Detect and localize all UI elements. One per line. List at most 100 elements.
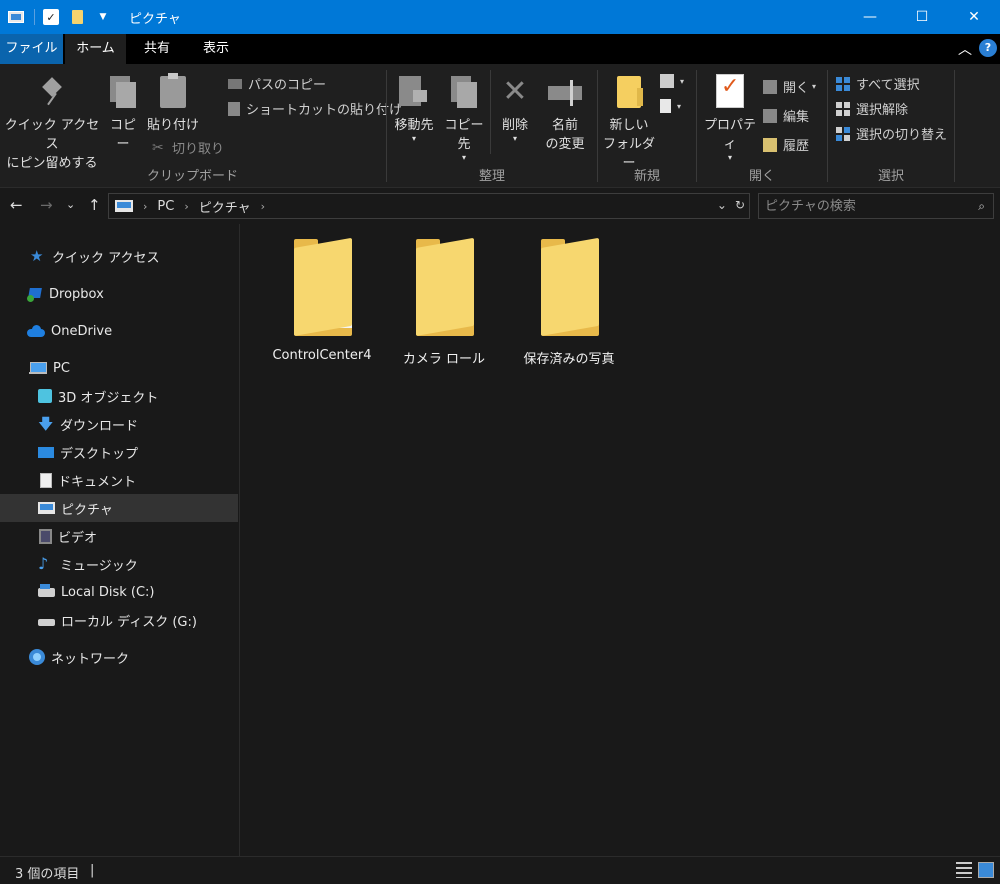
move-to-button[interactable]: 移動先 ▾ xyxy=(391,76,437,143)
open-button[interactable]: 開く ▾ xyxy=(763,77,816,96)
sidebar-item-videos[interactable]: ビデオ xyxy=(0,522,238,550)
file-name: カメラ ロール xyxy=(402,352,486,367)
file-item[interactable]: ControlCenter4 xyxy=(260,237,384,363)
refresh-icon[interactable]: ↻ xyxy=(735,198,745,212)
paste-button[interactable]: 貼り付け xyxy=(146,73,200,135)
minimize-button[interactable]: — xyxy=(844,0,896,34)
select-none-icon xyxy=(836,101,850,116)
breadcrumb-separator-icon[interactable]: › xyxy=(184,200,188,213)
properties-button[interactable]: プロパティ ▾ xyxy=(699,74,761,162)
new-folder-button[interactable]: 新しい フォルダー xyxy=(600,76,658,173)
organize-divider xyxy=(490,70,491,154)
history-icon xyxy=(763,137,777,152)
details-view-icon[interactable] xyxy=(956,862,972,878)
rename-button[interactable]: 名前 の変更 xyxy=(539,76,591,154)
delete-icon: ✕ xyxy=(502,74,528,109)
tab-share[interactable]: 共有 xyxy=(131,34,183,64)
scissors-icon: ✂ xyxy=(152,139,164,156)
edit-button[interactable]: 編集 xyxy=(763,106,809,125)
sidebar-item-onedrive[interactable]: OneDrive xyxy=(0,317,238,345)
file-item[interactable]: 保存済みの写真 xyxy=(507,237,631,367)
music-icon: ♪ xyxy=(38,554,49,573)
select-none-button[interactable]: 選択解除 xyxy=(836,99,908,118)
sidebar-item-label: 3D オブジェクト xyxy=(58,390,159,406)
pin-icon xyxy=(39,78,65,108)
ribbon: クイック アクセス にピン留めする コピー 貼り付け パスのコピー ショートカッ… xyxy=(0,64,1000,188)
properties-dropdown-icon: ▾ xyxy=(727,153,732,162)
sidebar-item-documents[interactable]: ドキュメント xyxy=(0,466,238,494)
sidebar-item-network[interactable]: ネットワーク xyxy=(0,643,238,671)
history-button[interactable]: 履歴 xyxy=(763,135,809,154)
copy-to-button[interactable]: コピー先 ▾ xyxy=(439,76,489,162)
copy-path-icon xyxy=(228,78,242,89)
file-item[interactable]: カメラ ロール xyxy=(382,237,506,367)
tab-view[interactable]: 表示 xyxy=(190,34,242,64)
sidebar-item-desktop[interactable]: デスクトップ xyxy=(0,438,238,466)
sidebar-item-downloads[interactable]: 🡇 ダウンロード xyxy=(0,410,238,438)
easy-access-button[interactable]: ▾ xyxy=(660,99,681,113)
recent-locations-chevron-icon[interactable]: ⌄ xyxy=(66,198,75,211)
properties-quick-icon[interactable]: ✓ xyxy=(43,9,59,25)
new-folder-quick-button[interactable] xyxy=(69,9,85,25)
large-icons-view-icon[interactable] xyxy=(978,862,994,878)
ribbon-divider xyxy=(954,70,955,182)
customize-quick-access-icon[interactable]: ▼ xyxy=(95,9,111,25)
search-input[interactable] xyxy=(765,194,965,218)
navigation-pane: ★ クイック アクセス Dropbox OneDrive PC 3D オブジェク… xyxy=(0,224,240,856)
back-arrow-icon[interactable]: ← xyxy=(10,196,23,214)
disk-icon xyxy=(38,583,55,597)
delete-button[interactable]: ✕ 削除 ▾ xyxy=(495,76,535,143)
sidebar-item-local-disk-c[interactable]: Local Disk (C:) xyxy=(0,578,238,606)
invert-selection-button[interactable]: 選択の切り替え xyxy=(836,124,947,143)
select-group: すべて選択 選択解除 選択の切り替え 選択 xyxy=(828,64,954,188)
breadcrumb-pc[interactable]: PC xyxy=(157,199,174,214)
address-bar[interactable]: › PC › ピクチャ › ⌄ ↻ xyxy=(108,193,750,219)
sidebar-item-quick-access[interactable]: ★ クイック アクセス xyxy=(0,242,238,270)
move-to-dropdown-icon: ▾ xyxy=(411,134,416,143)
file-name: ControlCenter4 xyxy=(272,348,372,363)
breadcrumb-separator-icon[interactable]: › xyxy=(143,200,147,213)
copy-path-label: パスのコピー xyxy=(248,78,327,93)
tab-file[interactable]: ファイル xyxy=(0,34,63,64)
select-group-label: 選択 xyxy=(877,169,904,184)
copy-button[interactable]: コピー xyxy=(104,76,142,154)
sidebar-item-pictures[interactable]: ピクチャ xyxy=(0,494,238,522)
network-icon xyxy=(29,649,45,665)
maximize-button[interactable]: ☐ xyxy=(896,0,948,34)
folder-icon xyxy=(71,10,83,24)
breadcrumb-pictures[interactable]: ピクチャ xyxy=(199,197,251,216)
collapse-ribbon-icon[interactable]: ︿ xyxy=(958,39,972,59)
status-bar: 3 個の項目 | xyxy=(0,856,1000,884)
sidebar-item-label: デスクトップ xyxy=(60,446,139,462)
tab-home[interactable]: ホーム xyxy=(65,34,126,64)
select-all-label: すべて選択 xyxy=(856,78,920,93)
download-icon: 🡇 xyxy=(38,415,54,433)
pictures-window-icon[interactable] xyxy=(8,11,24,23)
cut-button[interactable]: ✂ 切り取り xyxy=(152,138,224,158)
forward-arrow-icon[interactable]: → xyxy=(40,196,53,214)
up-arrow-icon[interactable]: ↑ xyxy=(88,196,101,214)
sidebar-item-music[interactable]: ♪ ミュージック xyxy=(0,550,238,578)
open-icon xyxy=(763,79,777,94)
copy-path-button[interactable]: パスのコピー xyxy=(228,74,326,93)
3d-objects-icon xyxy=(38,389,52,403)
search-box[interactable]: ⌕ xyxy=(758,193,994,219)
address-history-chevron-icon[interactable]: ⌄ xyxy=(717,198,727,212)
search-icon[interactable]: ⌕ xyxy=(978,199,985,214)
new-item-button[interactable]: ▾ xyxy=(660,74,684,88)
invert-selection-icon xyxy=(836,126,850,141)
pin-to-quick-access-button[interactable]: クイック アクセス にピン留めする xyxy=(4,78,100,173)
folder-icon xyxy=(537,237,601,340)
sidebar-item-local-disk-g[interactable]: ローカル ディスク (G:) xyxy=(0,606,238,634)
breadcrumb-separator-icon[interactable]: › xyxy=(261,200,265,213)
sidebar-item-label: クイック アクセス xyxy=(52,250,160,266)
close-button[interactable]: ✕ xyxy=(948,0,1000,34)
sidebar-item-dropbox[interactable]: Dropbox xyxy=(0,280,238,308)
new-group-label: 新規 xyxy=(633,169,660,184)
pc-icon xyxy=(29,362,47,374)
sidebar-item-pc[interactable]: PC xyxy=(0,354,238,382)
sidebar-item-3d-objects[interactable]: 3D オブジェクト xyxy=(0,382,238,410)
select-all-button[interactable]: すべて選択 xyxy=(836,74,920,93)
paste-shortcut-button[interactable]: ショートカットの貼り付け xyxy=(228,99,402,118)
help-icon[interactable]: ? xyxy=(979,39,997,57)
